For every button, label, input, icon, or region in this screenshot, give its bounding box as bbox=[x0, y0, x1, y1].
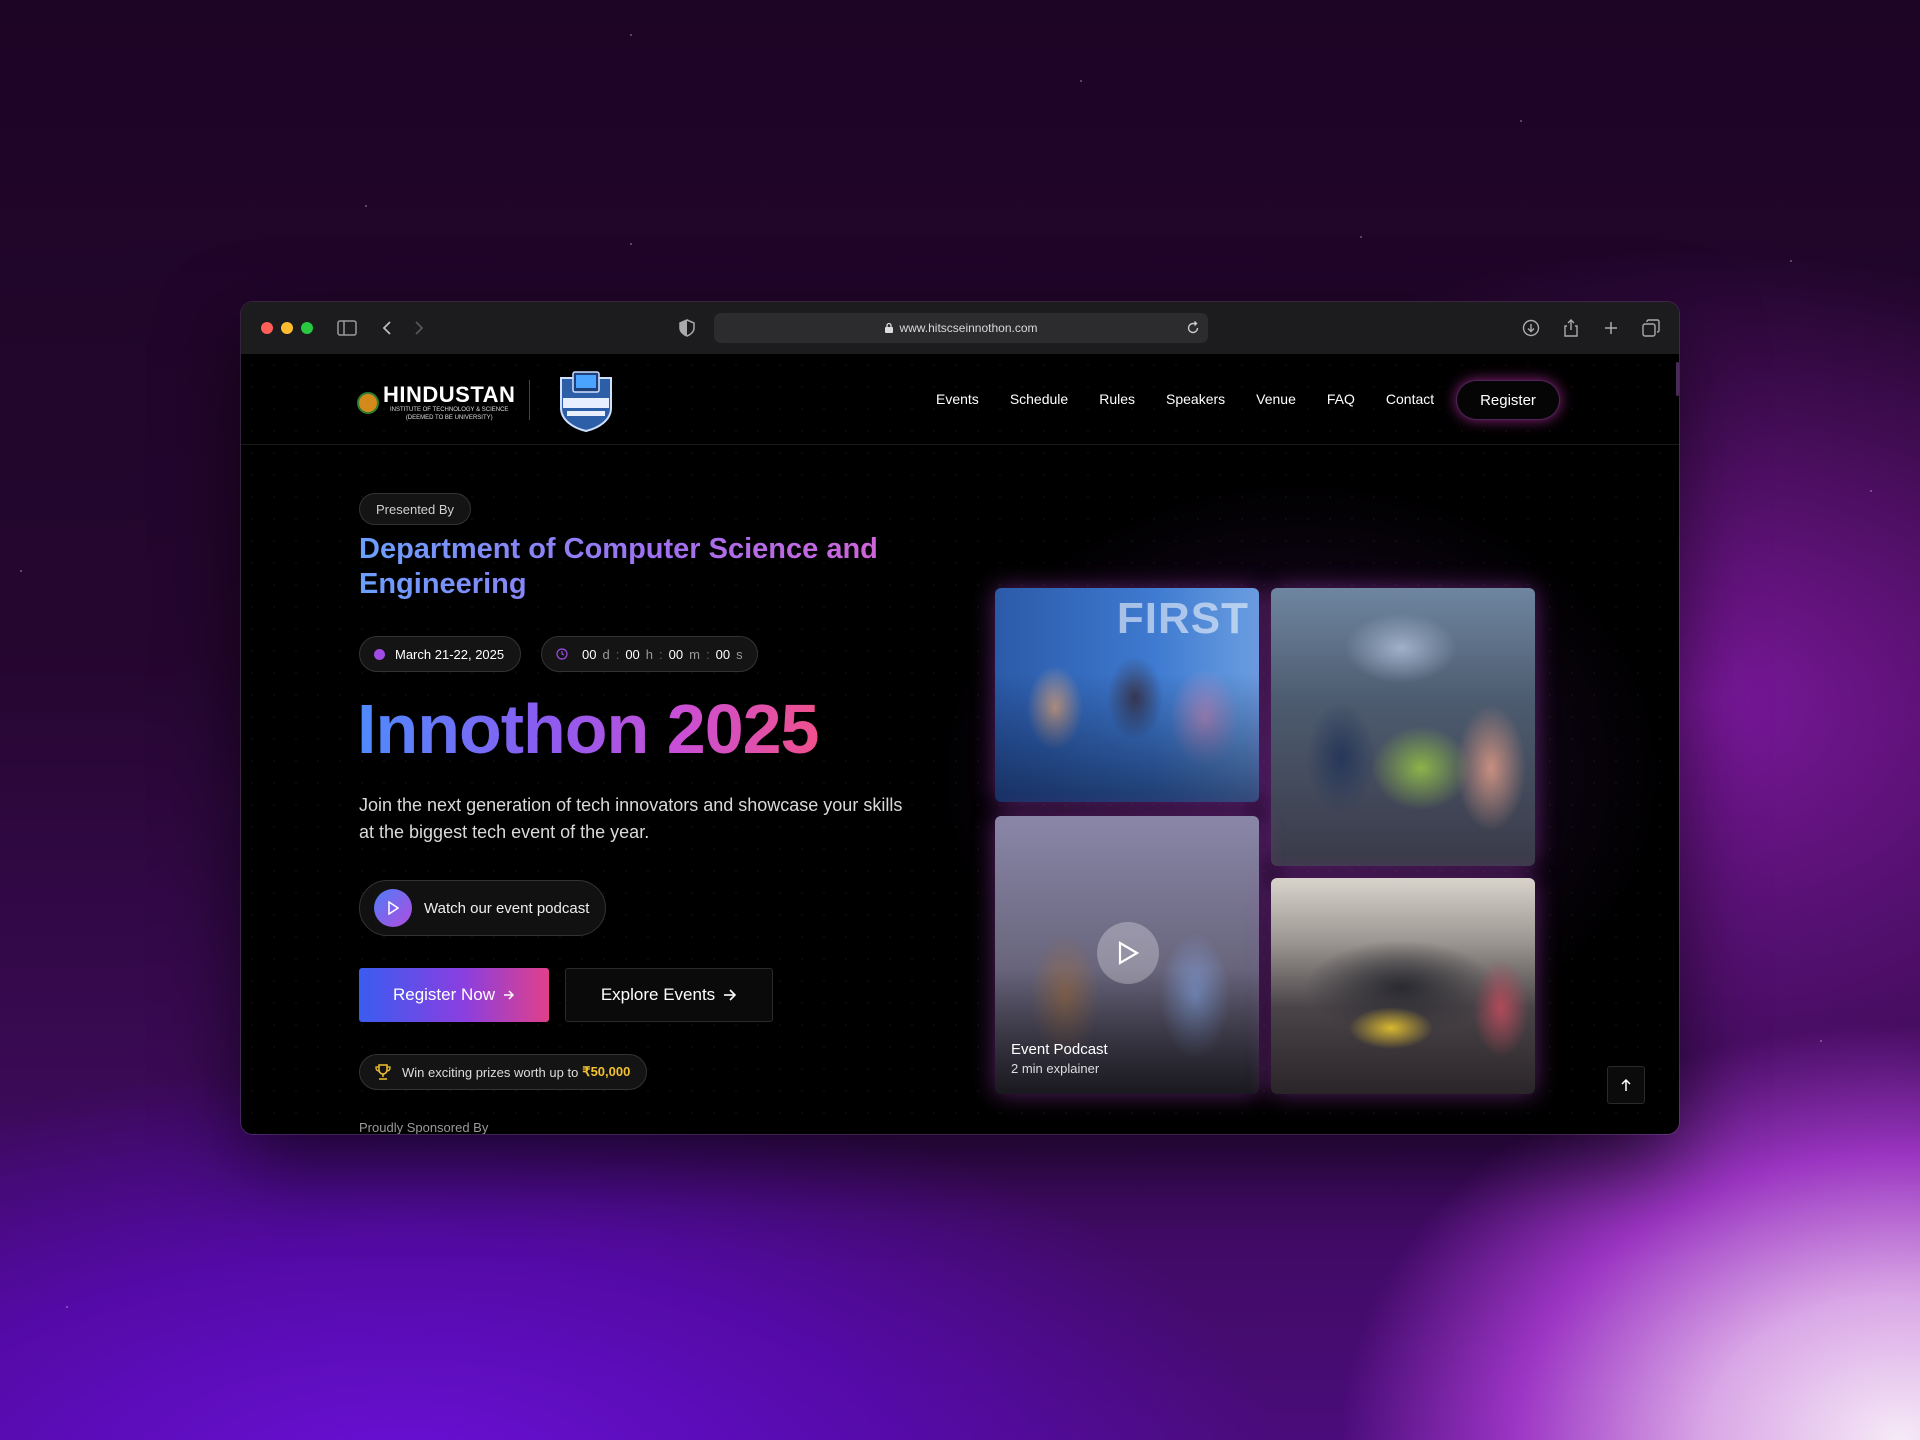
countdown-timer: 00 d : 00 h : 00 m : 00 s bbox=[541, 636, 758, 672]
nav-contact[interactable]: Contact bbox=[1386, 391, 1434, 407]
lock-icon bbox=[885, 322, 894, 333]
date-dot-icon bbox=[374, 648, 385, 660]
zoom-window-button[interactable] bbox=[301, 322, 313, 334]
star bbox=[365, 205, 367, 207]
event-title: Innothon 2025 bbox=[357, 687, 819, 771]
web-page: HINDUSTAN INSTITUTE OF TECHNOLOGY & SCIE… bbox=[241, 354, 1679, 1134]
arrow-right-icon bbox=[504, 990, 515, 1000]
nav-faq[interactable]: FAQ bbox=[1327, 391, 1355, 407]
browser-window: www.hitscseinnothon.com HINDUSTAN INSTIT… bbox=[241, 302, 1679, 1134]
video-play-icon[interactable] bbox=[1097, 922, 1159, 984]
reload-icon[interactable] bbox=[1186, 321, 1200, 335]
share-icon[interactable] bbox=[1559, 316, 1583, 340]
countdown-separator: : bbox=[659, 646, 663, 662]
main-nav: Events Schedule Rules Speakers Venue FAQ… bbox=[936, 354, 1434, 444]
clock-icon bbox=[556, 648, 568, 660]
close-window-button[interactable] bbox=[261, 322, 273, 334]
nav-events[interactable]: Events bbox=[936, 391, 979, 407]
sidebar-icon[interactable] bbox=[335, 316, 359, 340]
logo-subtitle: INSTITUTE OF TECHNOLOGY & SCIENCE bbox=[389, 407, 509, 413]
event-date-badge: March 21-22, 2025 bbox=[359, 636, 522, 672]
forward-icon[interactable] bbox=[407, 316, 431, 340]
nav-schedule[interactable]: Schedule bbox=[1010, 391, 1068, 407]
prize-text: Win exciting prizes worth up to bbox=[402, 1064, 579, 1080]
explore-events-label: Explore Events bbox=[600, 985, 716, 1004]
register-now-button[interactable]: Register Now bbox=[359, 968, 549, 1022]
countdown-days: 00 bbox=[582, 646, 597, 662]
watch-podcast-button[interactable]: Watch our event podcast bbox=[359, 880, 607, 936]
download-icon[interactable] bbox=[1519, 316, 1543, 340]
countdown-seconds-unit: s bbox=[736, 646, 743, 662]
header-register-button[interactable]: Register bbox=[1456, 380, 1560, 420]
podcast-card-label: Event Podcast 2 min explainer bbox=[1011, 1040, 1108, 1078]
back-icon[interactable] bbox=[375, 316, 399, 340]
logo-divider bbox=[529, 380, 530, 420]
event-date: March 21-22, 2025 bbox=[395, 646, 505, 662]
department-name: Department of Computer Science and Engin… bbox=[359, 532, 959, 602]
star bbox=[1820, 1040, 1822, 1042]
countdown-separator: : bbox=[705, 646, 710, 662]
countdown-seconds: 00 bbox=[715, 646, 731, 662]
arrow-right-icon bbox=[724, 989, 737, 1001]
watch-podcast-label: Watch our event podcast bbox=[424, 899, 590, 917]
presented-by-badge: Presented By bbox=[359, 493, 472, 525]
nav-rules[interactable]: Rules bbox=[1099, 391, 1135, 407]
podcast-card-subtitle: 2 min explainer bbox=[1011, 1061, 1100, 1076]
play-icon bbox=[374, 889, 412, 927]
countdown-minutes: 00 bbox=[668, 646, 684, 662]
nav-speakers[interactable]: Speakers bbox=[1166, 391, 1225, 407]
countdown-minutes-unit: m bbox=[689, 646, 700, 662]
hindustan-emblem-icon bbox=[357, 392, 379, 414]
countdown-days-unit: d bbox=[602, 646, 610, 662]
prize-amount: ₹50,000 bbox=[582, 1064, 631, 1079]
logo-subtitle-2: (DEEMED TO BE UNIVERSITY) bbox=[405, 415, 493, 421]
star bbox=[66, 1306, 68, 1308]
shield-icon[interactable] bbox=[675, 316, 699, 340]
countdown-hours-unit: h bbox=[645, 646, 654, 662]
photo-backdrop-text: FIRST bbox=[1116, 594, 1249, 643]
star bbox=[1520, 120, 1522, 122]
blue-screen-club-logo[interactable] bbox=[555, 368, 617, 433]
hindustan-logo[interactable]: HINDUSTAN INSTITUTE OF TECHNOLOGY & SCIE… bbox=[357, 384, 515, 422]
prize-badge: Win exciting prizes worth up to ₹50,000 bbox=[359, 1054, 648, 1090]
register-now-label: Register Now bbox=[392, 985, 496, 1004]
podcast-video-card[interactable]: Event Podcast 2 min explainer bbox=[995, 816, 1259, 1094]
tab-overview-icon[interactable] bbox=[1639, 316, 1663, 340]
logo-name: HINDUSTAN bbox=[383, 382, 516, 407]
star bbox=[1360, 236, 1362, 238]
sponsored-by-heading: Proudly Sponsored By bbox=[359, 1120, 489, 1134]
event-description: Join the next generation of tech innovat… bbox=[359, 795, 903, 842]
star bbox=[1080, 80, 1082, 82]
scroll-to-top-button[interactable] bbox=[1607, 1066, 1645, 1104]
explore-events-button[interactable]: Explore Events bbox=[565, 968, 773, 1022]
minimize-window-button[interactable] bbox=[281, 322, 293, 334]
star bbox=[630, 34, 632, 36]
gallery-photo-students-laptop: FIRST bbox=[995, 588, 1259, 802]
countdown-hours: 00 bbox=[625, 646, 640, 662]
url-text: www.hitscseinnothon.com bbox=[899, 321, 1038, 335]
site-header: HINDUSTAN INSTITUTE OF TECHNOLOGY & SCIE… bbox=[241, 354, 1679, 445]
nav-venue[interactable]: Venue bbox=[1256, 391, 1296, 407]
gallery-photo-workshop bbox=[1271, 878, 1535, 1094]
star bbox=[20, 570, 22, 572]
star bbox=[1790, 260, 1792, 262]
address-bar[interactable]: www.hitscseinnothon.com bbox=[714, 313, 1208, 343]
gallery-photo-group-laptop bbox=[1271, 588, 1535, 866]
star bbox=[630, 243, 632, 245]
new-tab-icon[interactable] bbox=[1599, 316, 1623, 340]
podcast-card-title: Event Podcast bbox=[1011, 1041, 1108, 1058]
countdown-separator: : bbox=[615, 646, 620, 662]
browser-toolbar: www.hitscseinnothon.com bbox=[241, 302, 1679, 355]
trophy-icon bbox=[375, 1064, 391, 1080]
arrow-up-icon bbox=[1621, 1078, 1631, 1091]
star bbox=[1870, 490, 1872, 492]
